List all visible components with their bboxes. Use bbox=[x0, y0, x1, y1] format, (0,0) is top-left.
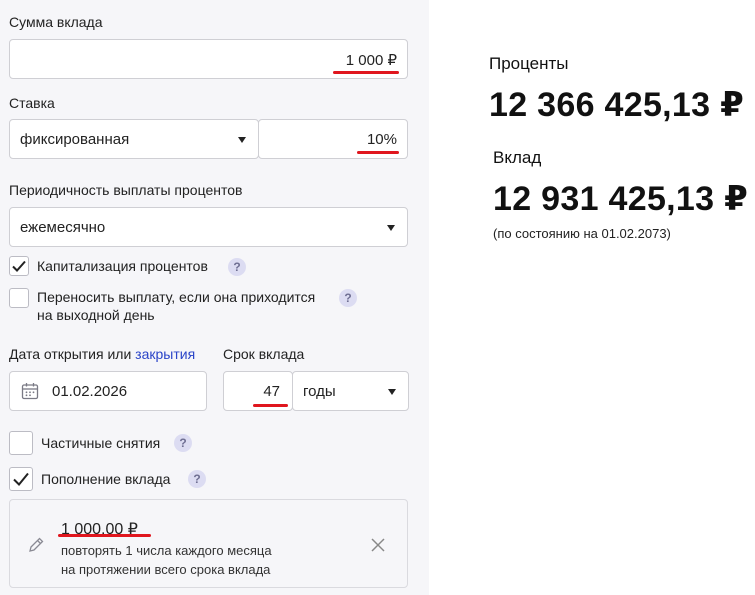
rate-underline bbox=[357, 151, 399, 154]
open-date-input[interactable]: 01.02.2026 bbox=[9, 371, 207, 411]
checkmark-icon bbox=[13, 472, 29, 486]
chevron-down-icon bbox=[238, 137, 246, 143]
deposit-amount-underline bbox=[333, 71, 399, 74]
holiday-transfer-label-line1: Переносить выплату, если она приходится bbox=[37, 289, 316, 305]
capitalization-label: Капитализация процентов bbox=[37, 258, 208, 274]
open-date-value: 01.02.2026 bbox=[52, 383, 128, 400]
open-date-label: Дата открытия или закрытия bbox=[9, 346, 195, 362]
as-of-date-note: (по состоянию на 01.02.2073) bbox=[493, 226, 671, 241]
replenishment-label: Пополнение вклада bbox=[41, 471, 171, 487]
payout-frequency-value: ежемесячно bbox=[20, 219, 106, 236]
checkmark-icon bbox=[12, 260, 26, 272]
term-unit-value: годы bbox=[303, 383, 336, 400]
partial-withdrawals-question-icon[interactable]: ? bbox=[174, 434, 192, 452]
capitalization-checkbox[interactable] bbox=[9, 256, 29, 276]
interest-label: Проценты bbox=[489, 54, 569, 73]
term-value: 47 bbox=[263, 383, 280, 400]
close-icon[interactable] bbox=[370, 537, 386, 553]
term-label: Срок вклада bbox=[223, 346, 305, 362]
holiday-transfer-checkbox[interactable] bbox=[9, 288, 29, 308]
replenishment-question-icon[interactable]: ? bbox=[188, 470, 206, 488]
pencil-icon[interactable] bbox=[27, 536, 45, 554]
deposit-amount-value: 1 000 ₽ bbox=[345, 52, 397, 69]
chevron-down-icon bbox=[387, 225, 395, 231]
holiday-transfer-label-line2: на выходной день bbox=[37, 307, 155, 323]
payout-frequency-label: Периодичность выплаты процентов bbox=[9, 182, 243, 198]
partial-withdrawals-checkbox[interactable] bbox=[9, 431, 33, 455]
capitalization-question-icon[interactable]: ? bbox=[228, 258, 246, 276]
deposit-amount-label: Сумма вклада bbox=[9, 14, 103, 30]
term-unit-select[interactable]: годы bbox=[292, 371, 409, 411]
calendar-icon[interactable] bbox=[21, 382, 39, 400]
replenishment-schedule-line1: повторять 1 числа каждого месяца bbox=[61, 543, 272, 558]
payout-frequency-select[interactable]: ежемесячно bbox=[9, 207, 408, 247]
term-underline bbox=[253, 404, 288, 407]
rate-type-value: фиксированная bbox=[20, 131, 130, 148]
rate-type-select[interactable]: фиксированная bbox=[9, 119, 259, 159]
close-date-link[interactable]: закрытия bbox=[135, 346, 195, 362]
replenishment-amount-underline bbox=[58, 534, 151, 537]
replenishment-card: 1 000,00 ₽ повторять 1 числа каждого мес… bbox=[9, 499, 408, 588]
rate-value: 10% bbox=[366, 131, 397, 148]
open-date-label-text: Дата открытия или bbox=[9, 346, 132, 362]
partial-withdrawals-label: Частичные снятия bbox=[41, 435, 161, 451]
holiday-transfer-question-icon[interactable]: ? bbox=[339, 289, 357, 307]
deposit-total-label: Вклад bbox=[493, 148, 542, 167]
replenishment-checkbox[interactable] bbox=[9, 467, 33, 491]
rate-label: Ставка bbox=[9, 95, 55, 111]
replenishment-schedule-line2: на протяжении всего срока вклада bbox=[61, 562, 271, 577]
interest-value: 12 366 425,13 ₽ bbox=[489, 86, 745, 124]
deposit-total-value: 12 931 425,13 ₽ bbox=[493, 180, 749, 218]
chevron-down-icon bbox=[388, 389, 396, 395]
